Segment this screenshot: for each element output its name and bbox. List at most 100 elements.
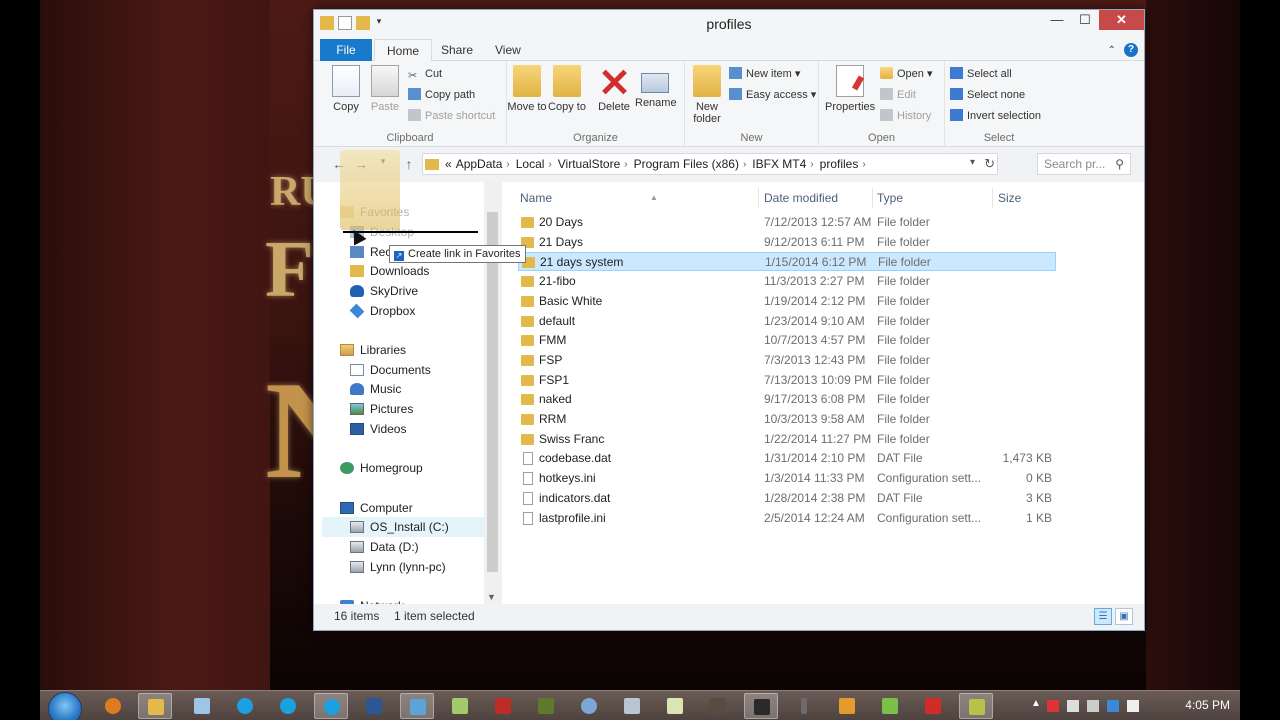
nav-item-data-d[interactable]: Data (D:)	[350, 537, 419, 557]
edit-button[interactable]: Edit	[880, 86, 916, 104]
breadcrumb-program-files[interactable]: Program Files (x86)	[634, 157, 739, 171]
taskbar-app-window[interactable]	[400, 693, 434, 719]
breadcrumb-appdata[interactable]: AppData	[456, 157, 503, 171]
chevron-right-icon[interactable]: ›	[743, 159, 746, 170]
nav-item-computer[interactable]: Computer	[340, 498, 413, 518]
taskbar-app-globe[interactable]	[572, 693, 606, 719]
file-row[interactable]: FMM 10/7/2013 4:57 PM File folder	[518, 331, 1056, 350]
cut-button[interactable]: ✂ Cut	[408, 65, 442, 83]
taskbar-app-green[interactable]	[443, 693, 477, 719]
chevron-right-icon[interactable]: ›	[506, 159, 509, 170]
column-header-size[interactable]: Size	[998, 188, 1021, 208]
taskbar-skype-1[interactable]	[228, 693, 262, 719]
nav-item-skydrive[interactable]: SkyDrive	[350, 281, 418, 301]
clock[interactable]: 4:05 PM	[1185, 698, 1230, 712]
minimize-ribbon-icon[interactable]: ⌃	[1108, 45, 1116, 56]
maximize-button[interactable]: ☐	[1071, 10, 1099, 30]
taskbar-app-notes[interactable]	[658, 693, 692, 719]
tab-file[interactable]: File	[320, 39, 372, 61]
nav-item-os-install[interactable]: OS_Install (C:)	[322, 517, 484, 537]
scrollbar-thumb[interactable]	[487, 212, 498, 572]
file-row[interactable]: indicators.dat 1/28/2014 2:38 PM DAT File 3…	[518, 489, 1056, 508]
help-icon[interactable]: ?	[1124, 43, 1138, 57]
delete-button[interactable]: Delete	[594, 65, 634, 113]
volume-icon[interactable]	[1087, 700, 1099, 712]
search-icon[interactable]: ⚲	[1115, 154, 1124, 174]
copy-button[interactable]: Copy	[326, 65, 366, 113]
file-row[interactable]: RRM 10/3/2013 9:58 AM File folder	[518, 410, 1056, 429]
tab-share[interactable]: Share	[429, 39, 485, 61]
file-row[interactable]: 21 days system 1/15/2014 6:12 PM File fold…	[518, 252, 1056, 272]
taskbar-filezilla[interactable]	[486, 693, 520, 719]
column-divider[interactable]	[758, 188, 759, 208]
column-header-date-modified[interactable]: Date modified	[764, 188, 838, 208]
copy-path-button[interactable]: Copy path	[408, 86, 475, 104]
column-divider[interactable]	[872, 188, 873, 208]
breadcrumb-profiles[interactable]: profiles	[820, 157, 859, 171]
easy-access-button[interactable]: Easy access ▾	[729, 86, 816, 104]
file-row[interactable]: 21 Days 9/12/2013 6:11 PM File folder	[518, 233, 1056, 252]
show-hidden-icons-icon[interactable]: ▲	[1031, 698, 1043, 710]
taskbar-acrobat[interactable]	[916, 693, 950, 719]
details-view-icon[interactable]: ☰	[1094, 608, 1112, 625]
taskbar-app-dark[interactable]	[744, 693, 778, 719]
nav-item-homegroup[interactable]: Homegroup	[340, 458, 423, 478]
refresh-icon[interactable]: ↻	[984, 156, 995, 172]
minimize-button[interactable]: —	[1043, 10, 1071, 30]
nav-item-libraries[interactable]: Libraries	[340, 340, 406, 360]
taskbar-firefox[interactable]	[96, 693, 130, 719]
chevron-right-icon[interactable]: ›	[810, 159, 813, 170]
chevron-right-icon[interactable]: ›	[624, 159, 627, 170]
chevron-down-icon[interactable]: ▾	[970, 157, 975, 168]
column-divider[interactable]	[992, 188, 993, 208]
battery-icon[interactable]	[1127, 700, 1139, 712]
dropbox-tray-icon[interactable]	[1107, 700, 1119, 712]
action-center-icon[interactable]	[1047, 700, 1059, 712]
search-input[interactable]: Search pr... ⚲	[1037, 153, 1131, 175]
history-button[interactable]: History	[880, 107, 931, 125]
chevron-right-icon[interactable]: ›	[548, 159, 551, 170]
taskbar-word[interactable]	[357, 693, 391, 719]
taskbar-skype-3[interactable]	[314, 693, 348, 719]
nav-item-music[interactable]: Music	[350, 379, 401, 399]
paste-shortcut-button[interactable]: Paste shortcut	[408, 107, 495, 125]
tab-home[interactable]: Home	[374, 39, 433, 62]
file-row[interactable]: codebase.dat 1/31/2014 2:10 PM DAT File 1,4…	[518, 449, 1056, 468]
column-header-type[interactable]: Type	[877, 188, 903, 208]
nav-item-documents[interactable]: Documents	[350, 360, 431, 380]
nav-item-lynn-pc[interactable]: Lynn (lynn-pc)	[350, 557, 446, 577]
nav-item-pictures[interactable]: Pictures	[350, 399, 413, 419]
breadcrumb-overflow[interactable]: «	[445, 157, 452, 171]
file-row[interactable]: Swiss Franc 1/22/2014 11:27 PM File folder	[518, 430, 1056, 449]
taskbar-dreamweaver[interactable]	[529, 693, 563, 719]
file-row[interactable]: naked 9/17/2013 6:08 PM File folder	[518, 390, 1056, 409]
taskbar-app-mic[interactable]	[787, 693, 821, 719]
paste-button[interactable]: Paste	[365, 65, 405, 113]
title-bar[interactable]: ▾ profiles — ☐ ✕	[314, 10, 1144, 39]
select-all-button[interactable]: Select all	[950, 65, 1012, 83]
tab-view[interactable]: View	[483, 39, 533, 61]
file-row[interactable]: FSP 7/3/2013 12:43 PM File folder	[518, 351, 1056, 370]
taskbar-ibfx[interactable]	[701, 693, 735, 719]
new-item-button[interactable]: New item ▾	[729, 65, 800, 83]
move-to-button[interactable]: Move to	[507, 65, 547, 113]
file-row[interactable]: FSP1 7/13/2013 10:09 PM File folder	[518, 371, 1056, 390]
file-row[interactable]: default 1/23/2014 9:10 AM File folder	[518, 312, 1056, 331]
start-button[interactable]	[48, 692, 82, 720]
nav-item-downloads[interactable]: Downloads	[350, 261, 429, 281]
file-row[interactable]: 21-fibo 11/3/2013 2:27 PM File folder	[518, 272, 1056, 291]
taskbar-app-grid[interactable]	[615, 693, 649, 719]
copy-to-button[interactable]: Copy to	[547, 65, 587, 113]
nav-item-dropbox[interactable]: Dropbox	[349, 301, 415, 321]
file-row[interactable]: lastprofile.ini 2/5/2014 12:24 AM Configur…	[518, 509, 1056, 528]
taskbar-app-notepad[interactable]	[185, 693, 219, 719]
rename-button[interactable]: Rename	[635, 65, 677, 109]
up-arrow-icon[interactable]: ↑	[400, 156, 418, 172]
network-status-icon[interactable]	[1067, 700, 1079, 712]
breadcrumb-virtualstore[interactable]: VirtualStore	[558, 157, 620, 171]
taskbar-skype-2[interactable]	[271, 693, 305, 719]
taskbar-app-active[interactable]	[959, 693, 993, 719]
taskbar-app-green-2[interactable]	[873, 693, 907, 719]
taskbar-app-chat[interactable]	[830, 693, 864, 719]
invert-selection-button[interactable]: Invert selection	[950, 107, 1041, 125]
